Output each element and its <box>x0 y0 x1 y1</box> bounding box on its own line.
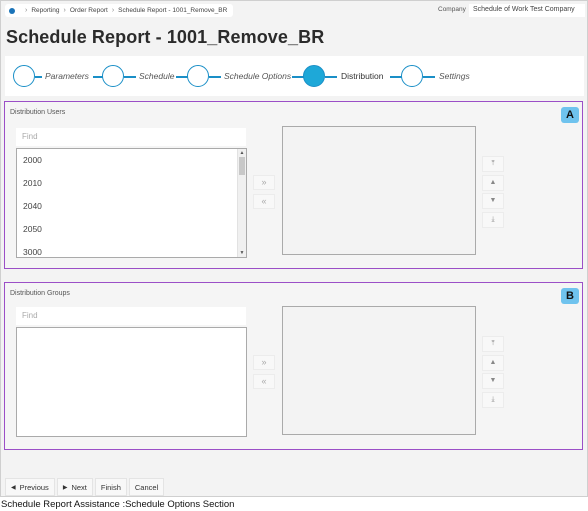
list-item[interactable]: 2050 <box>17 218 246 241</box>
step-distribution-label[interactable]: Distribution <box>341 71 384 81</box>
company-label: Company <box>438 6 466 13</box>
step-distribution-icon[interactable] <box>303 65 325 87</box>
triangle-right-icon: ▶ <box>62 484 68 491</box>
step-settings-label[interactable]: Settings <box>439 71 470 81</box>
scroll-up-icon[interactable]: ▲ <box>238 150 246 156</box>
scroll-thumb[interactable] <box>239 157 245 175</box>
finish-button[interactable]: Finish <box>94 478 127 496</box>
step-schedule-options-icon[interactable] <box>187 65 209 87</box>
move-up-button[interactable]: ▲ <box>482 355 504 371</box>
chevron-right-icon: › <box>63 7 66 14</box>
add-groups-button[interactable]: » <box>253 355 275 370</box>
scroll-down-icon[interactable]: ▼ <box>238 250 246 256</box>
page-title: Schedule Report - 1001_Remove_BR <box>6 27 325 47</box>
breadcrumb-item-order-report[interactable]: Order Report <box>70 7 108 14</box>
next-label: Next <box>71 482 87 492</box>
app-window: › Reporting › Order Report › Schedule Re… <box>0 0 588 497</box>
list-item[interactable]: 2000 <box>17 149 246 172</box>
step-schedule-label[interactable]: Schedule <box>139 71 174 81</box>
groups-find-input[interactable]: Find <box>16 307 246 325</box>
users-list-scrollbar[interactable]: ▲ ▼ <box>237 149 246 257</box>
users-find-input[interactable]: Find <box>16 128 246 146</box>
move-top-button[interactable]: ⤒ <box>482 336 504 352</box>
wizard-stepper: Parameters Schedule Schedule Options Dis… <box>5 56 584 96</box>
step-parameters-icon[interactable] <box>13 65 35 87</box>
next-button[interactable]: ▶ Next <box>56 478 93 496</box>
top-bar: › Reporting › Order Report › Schedule Re… <box>1 1 587 19</box>
step-schedule-options-label[interactable]: Schedule Options <box>224 71 291 81</box>
move-down-button[interactable]: ▼ <box>482 373 504 389</box>
list-item[interactable]: 3000 <box>17 241 246 257</box>
distribution-users-panel: Distribution Users A Find 2000 2010 2040… <box>4 101 583 269</box>
step-connector <box>325 76 337 78</box>
previous-label: Previous <box>19 482 49 492</box>
section-badge-b: B <box>561 288 579 304</box>
figure-caption: Schedule Report Assistance :Schedule Opt… <box>1 499 235 510</box>
chevron-right-icon: › <box>25 7 28 14</box>
move-down-button[interactable]: ▼ <box>482 193 504 209</box>
chevron-right-icon: › <box>111 7 115 14</box>
breadcrumb-item-current: Schedule Report - 1001_Remove_BR <box>118 7 228 14</box>
step-parameters-label[interactable]: Parameters <box>45 71 89 81</box>
list-item[interactable]: 2040 <box>17 195 246 218</box>
cancel-button[interactable]: Cancel <box>128 478 165 496</box>
step-connector <box>35 76 42 78</box>
users-source-list[interactable]: 2000 2010 2040 2050 3000 ▲ ▼ <box>16 148 247 258</box>
step-connector <box>423 76 435 78</box>
groups-source-list[interactable] <box>16 327 247 437</box>
step-settings-icon[interactable] <box>401 65 423 87</box>
list-item[interactable]: 2010 <box>17 172 246 195</box>
triangle-left-icon: ◀ <box>11 484 16 491</box>
step-connector <box>209 76 221 78</box>
wizard-footer: ◀ Previous ▶ Next Finish Cancel <box>5 477 166 497</box>
step-schedule-icon[interactable] <box>102 65 124 87</box>
groups-selected-list[interactable] <box>282 306 476 435</box>
section-badge-a: A <box>561 107 579 123</box>
add-users-button[interactable]: » <box>253 175 275 190</box>
breadcrumb: › Reporting › Order Report › Schedule Re… <box>5 4 234 17</box>
previous-button[interactable]: ◀ Previous <box>5 478 55 496</box>
company-select[interactable]: Schedule of Work Test Company <box>469 4 585 17</box>
move-bottom-button[interactable]: ⤓ <box>482 212 504 228</box>
remove-users-button[interactable]: « <box>253 194 275 209</box>
step-connector <box>124 76 136 78</box>
home-icon[interactable] <box>9 7 15 14</box>
move-up-button[interactable]: ▲ <box>482 175 504 191</box>
move-bottom-button[interactable]: ⤓ <box>482 392 504 408</box>
distribution-users-title: Distribution Users <box>10 109 66 116</box>
distribution-groups-panel: Distribution Groups B Find » « ⤒ ▲ ▼ ⤓ <box>4 282 583 450</box>
users-selected-list[interactable] <box>282 126 476 255</box>
breadcrumb-item-reporting[interactable]: Reporting <box>31 7 59 14</box>
remove-groups-button[interactable]: « <box>253 374 275 389</box>
distribution-groups-title: Distribution Groups <box>10 290 70 297</box>
move-top-button[interactable]: ⤒ <box>482 156 504 172</box>
